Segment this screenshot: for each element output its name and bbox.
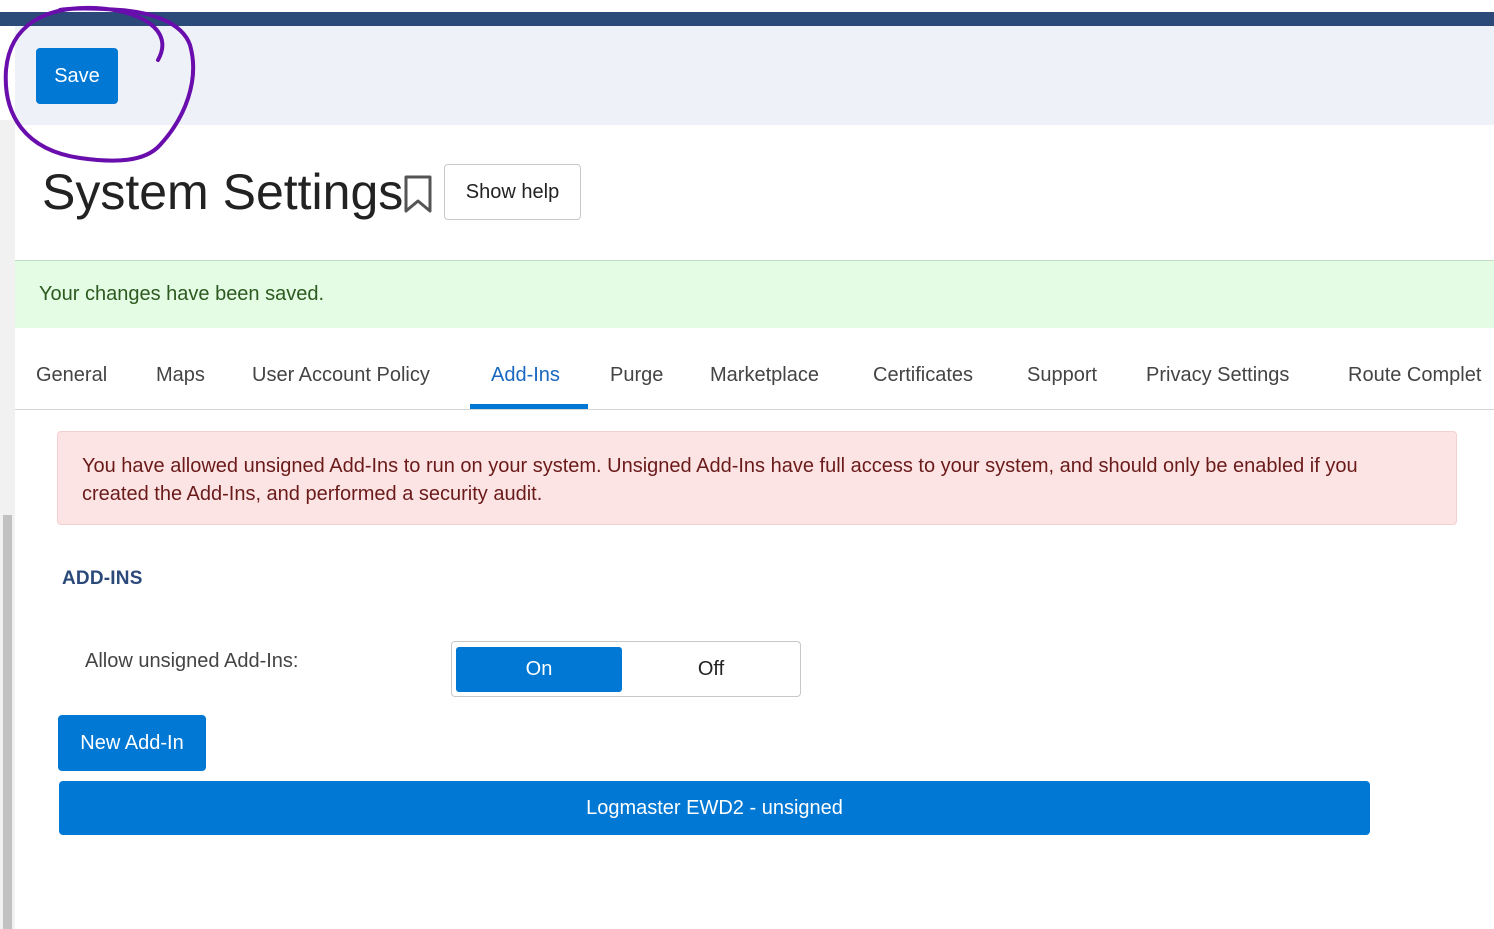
tab-route-completion[interactable]: Route Complet [1348,344,1481,409]
toggle-off-option[interactable]: Off [627,647,795,692]
save-button[interactable]: Save [36,48,118,104]
toggle-on-option[interactable]: On [456,647,622,692]
new-add-in-button[interactable]: New Add-In [58,715,206,771]
allow-unsigned-label: Allow unsigned Add-Ins: [85,650,299,672]
page-title: System Settings [42,164,404,220]
success-banner: Your changes have been saved. [15,260,1494,328]
tab-privacy-settings[interactable]: Privacy Settings [1146,344,1289,409]
tab-purge[interactable]: Purge [610,344,663,409]
tab-add-ins[interactable]: Add-Ins [491,344,560,409]
unsigned-addins-warning: You have allowed unsigned Add-Ins to run… [57,431,1457,525]
tab-maps[interactable]: Maps [156,344,205,409]
warning-message: You have allowed unsigned Add-Ins to run… [82,455,1358,505]
top-header-bar [0,12,1494,26]
tab-certificates[interactable]: Certificates [873,344,973,409]
top-strip [0,0,1494,12]
success-message: Your changes have been saved. [39,283,325,305]
page-scrollbar[interactable] [0,120,15,929]
add-in-list-item[interactable]: Logmaster EWD2 - unsigned [59,781,1370,835]
show-help-button[interactable]: Show help [444,164,581,220]
tab-user-account-policy[interactable]: User Account Policy [252,344,430,409]
toolbar [15,26,1494,125]
bookmark-icon[interactable] [400,174,436,214]
active-tab-indicator [470,404,588,409]
allow-unsigned-toggle[interactable]: On Off [451,641,801,697]
scrollbar-thumb[interactable] [3,515,12,929]
section-heading-add-ins: ADD-INS [62,568,143,589]
settings-tabs: General Maps User Account Policy Add-Ins… [15,344,1494,410]
tab-marketplace[interactable]: Marketplace [710,344,819,409]
tab-support[interactable]: Support [1027,344,1097,409]
tab-general[interactable]: General [36,344,107,409]
